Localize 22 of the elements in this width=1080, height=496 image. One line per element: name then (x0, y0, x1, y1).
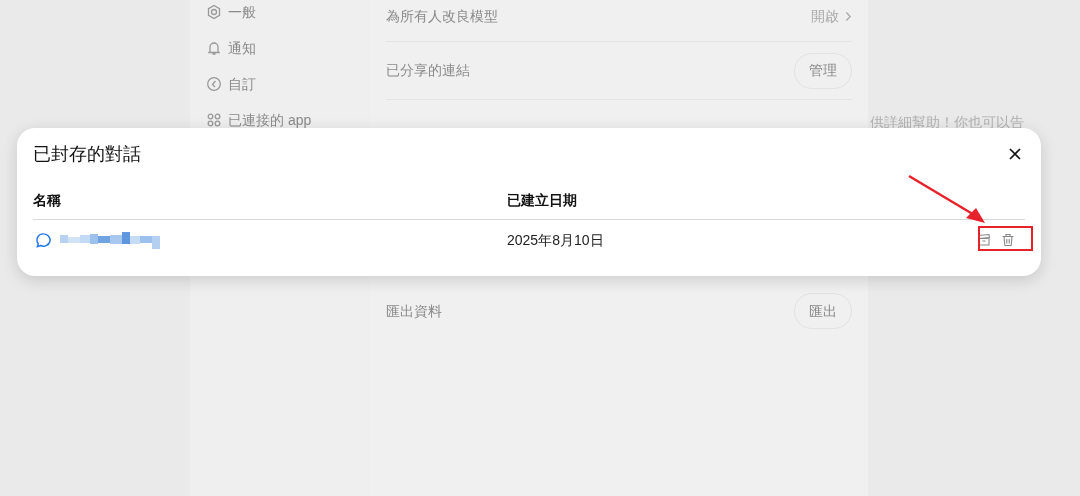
setting-label: 為所有人改良模型 (386, 7, 498, 26)
chevron-right-icon (845, 11, 852, 22)
sidebar-item[interactable]: 自訂 (228, 73, 256, 95)
close-icon[interactable] (1007, 146, 1023, 162)
setting-link[interactable]: 開啟 (811, 6, 852, 27)
column-header: 名稱 (33, 191, 61, 208)
sidebar-item[interactable]: 一般 (228, 1, 256, 23)
date-text: 2025年8月10日 (507, 232, 604, 248)
column-header: 已建立日期 (507, 191, 577, 208)
setting-label: 匯出資料 (386, 301, 442, 321)
grid-icon (206, 112, 222, 128)
chat-bubble-icon (35, 231, 52, 249)
setting-label: 已分享的連結 (386, 61, 470, 80)
circle-icon (206, 76, 222, 92)
annotation-box (978, 226, 1033, 251)
sidebar-item[interactable]: 通知 (228, 37, 256, 59)
unarchive-icon[interactable] (977, 233, 991, 247)
trash-icon[interactable] (1001, 233, 1015, 247)
gear-icon (206, 4, 222, 20)
bell-icon (206, 40, 222, 56)
dialog-title: 已封存的對話 (33, 142, 141, 166)
sidebar-item[interactable]: 已連接的 app (228, 109, 312, 131)
